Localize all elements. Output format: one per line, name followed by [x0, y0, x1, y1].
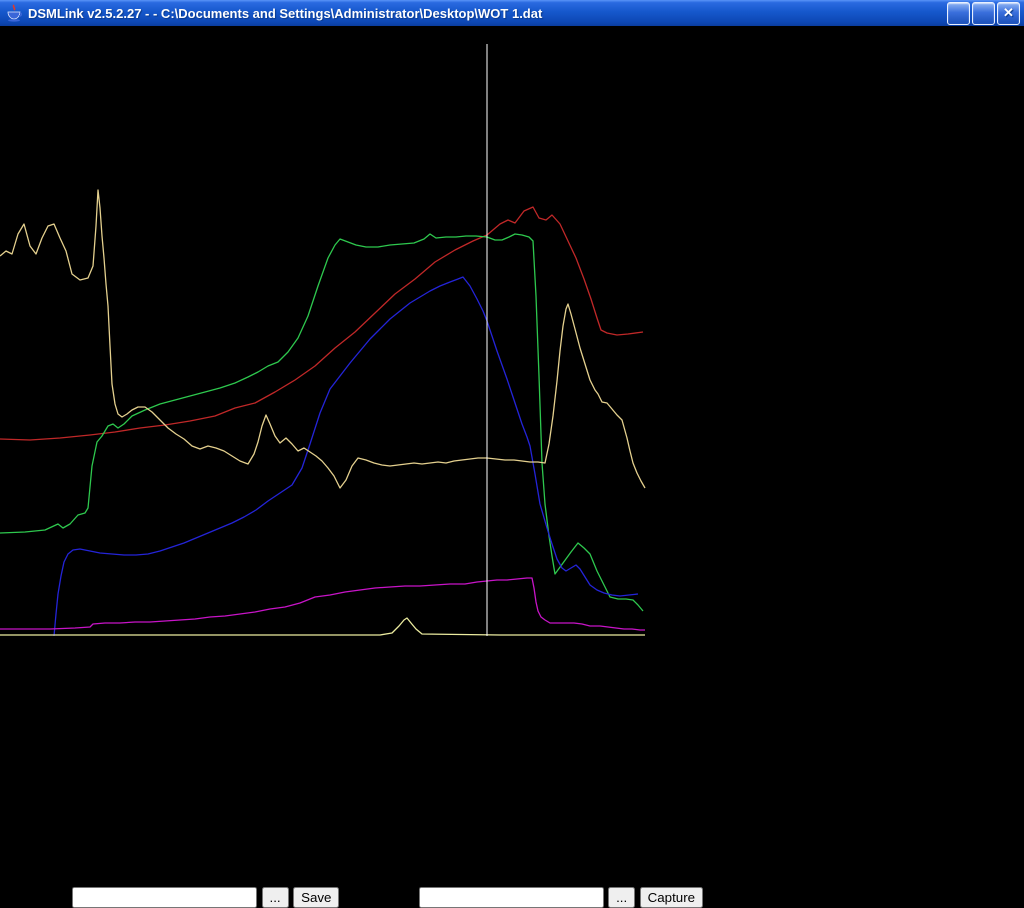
legend-value: 378.3 [22, 813, 62, 830]
legend-row-hp: ✓HP378.3hp [0, 793, 1024, 831]
save-button[interactable]: Save [293, 887, 339, 908]
close-button[interactable]: ✕ [997, 2, 1020, 25]
note-line-label: Note line: [0, 889, 68, 906]
legend-name: BoostEst [0, 737, 64, 754]
window-controls: ✕ [947, 2, 1020, 25]
legend-row-knock: ✓Knock0.0deg [0, 831, 1024, 869]
legend-value: 0.0 [44, 851, 66, 868]
trace-hp [54, 277, 638, 636]
filename-browse-button[interactable]: ... [608, 887, 635, 908]
filename-input[interactable] [419, 887, 604, 908]
trace-rpm [0, 207, 643, 440]
menu-ecu-logfile[interactable]: ECU/Logfile [106, 26, 191, 43]
bottom-bar: Note line: ... Save Filename: ... Captur… [0, 887, 1024, 908]
legend-value: 24.1 [64, 737, 95, 754]
legend-checkbox-plxwb[interactable]: ✓ [0, 679, 1024, 699]
legend-group-2: ✓BoostEst24.1-inHg/+psi✓AirFlow43.9lb/mi… [0, 717, 1024, 793]
menu-file[interactable]: File [0, 26, 26, 43]
menu-display[interactable]: Display [53, 26, 105, 43]
legend-name: PLXWB [0, 699, 56, 716]
legend-unit: -inHg/+psi [95, 737, 167, 754]
note-browse-button[interactable]: ... [262, 887, 289, 908]
capture-button[interactable]: Capture [640, 887, 703, 908]
timeline-slider-row: 7.14 secs [0, 869, 1024, 887]
legend-checkbox-airflow[interactable]: ✓ [0, 755, 1024, 775]
minimize-button[interactable] [947, 2, 970, 25]
legend-row-plxwb: ✓PLXWB11.7:1 [0, 679, 1024, 717]
legend-checkbox-knock[interactable]: ✓ [0, 831, 1024, 851]
legend-unit: deg [67, 851, 94, 868]
menu-bar: FileEditDisplayECU/Logfile [0, 26, 1024, 44]
log-trace-plot [0, 44, 1024, 636]
legend-panel: ✓RPM6684rpm✓PLXWB11.7:1✓BoostEst24.1-inH… [0, 641, 1024, 869]
legend-value: 6684 [36, 661, 72, 678]
legend-unit: rpm [71, 661, 99, 678]
legend-row-airflow: ✓AirFlow43.9lb/min [0, 755, 1024, 793]
note-line-input[interactable] [72, 887, 257, 908]
legend-checkbox-rpm[interactable]: ✓ [0, 641, 1024, 661]
legend-unit: :1 [86, 699, 99, 716]
trace-boostest [0, 234, 643, 611]
legend-value: 11.7 [56, 699, 86, 716]
dsmlink-window: DSMLink v2.5.2.27 - - C:\Documents and S… [0, 0, 1024, 768]
close-icon: ✕ [1003, 5, 1014, 21]
legend-name: AirFlow [0, 775, 53, 792]
legend-unit: lb/min [84, 775, 127, 792]
chart-area[interactable] [0, 44, 1024, 641]
legend-name: Knock [0, 851, 44, 868]
legend-row-rpm: ✓RPM6684rpm [0, 641, 1024, 679]
legend-name: RPM [0, 661, 36, 678]
legend-group-3: ✓HP378.3hp✓Knock0.0deg [0, 793, 1024, 869]
menu-edit[interactable]: Edit [26, 26, 54, 43]
trace-airflow [0, 578, 645, 630]
title-bar[interactable]: DSMLink v2.5.2.27 - - C:\Documents and S… [0, 0, 1024, 26]
trace-knock [0, 618, 645, 635]
legend-checkbox-boostest[interactable]: ✓ [0, 717, 1024, 737]
time-readout: 7.14 secs [0, 869, 68, 886]
legend-name: HP [0, 813, 22, 830]
legend-checkbox-hp[interactable]: ✓ [0, 793, 1024, 813]
legend-row-boostest: ✓BoostEst24.1-inHg/+psi [0, 717, 1024, 755]
window-title: DSMLink v2.5.2.27 - - C:\Documents and S… [28, 6, 947, 21]
maximize-button[interactable] [972, 2, 995, 25]
legend-group-1: ✓RPM6684rpm✓PLXWB11.7:1 [0, 641, 1024, 717]
java-app-icon [5, 4, 23, 22]
legend-value: 43.9 [53, 775, 84, 792]
legend-unit: hp [62, 813, 80, 830]
filename-label: Filename: [344, 889, 414, 906]
